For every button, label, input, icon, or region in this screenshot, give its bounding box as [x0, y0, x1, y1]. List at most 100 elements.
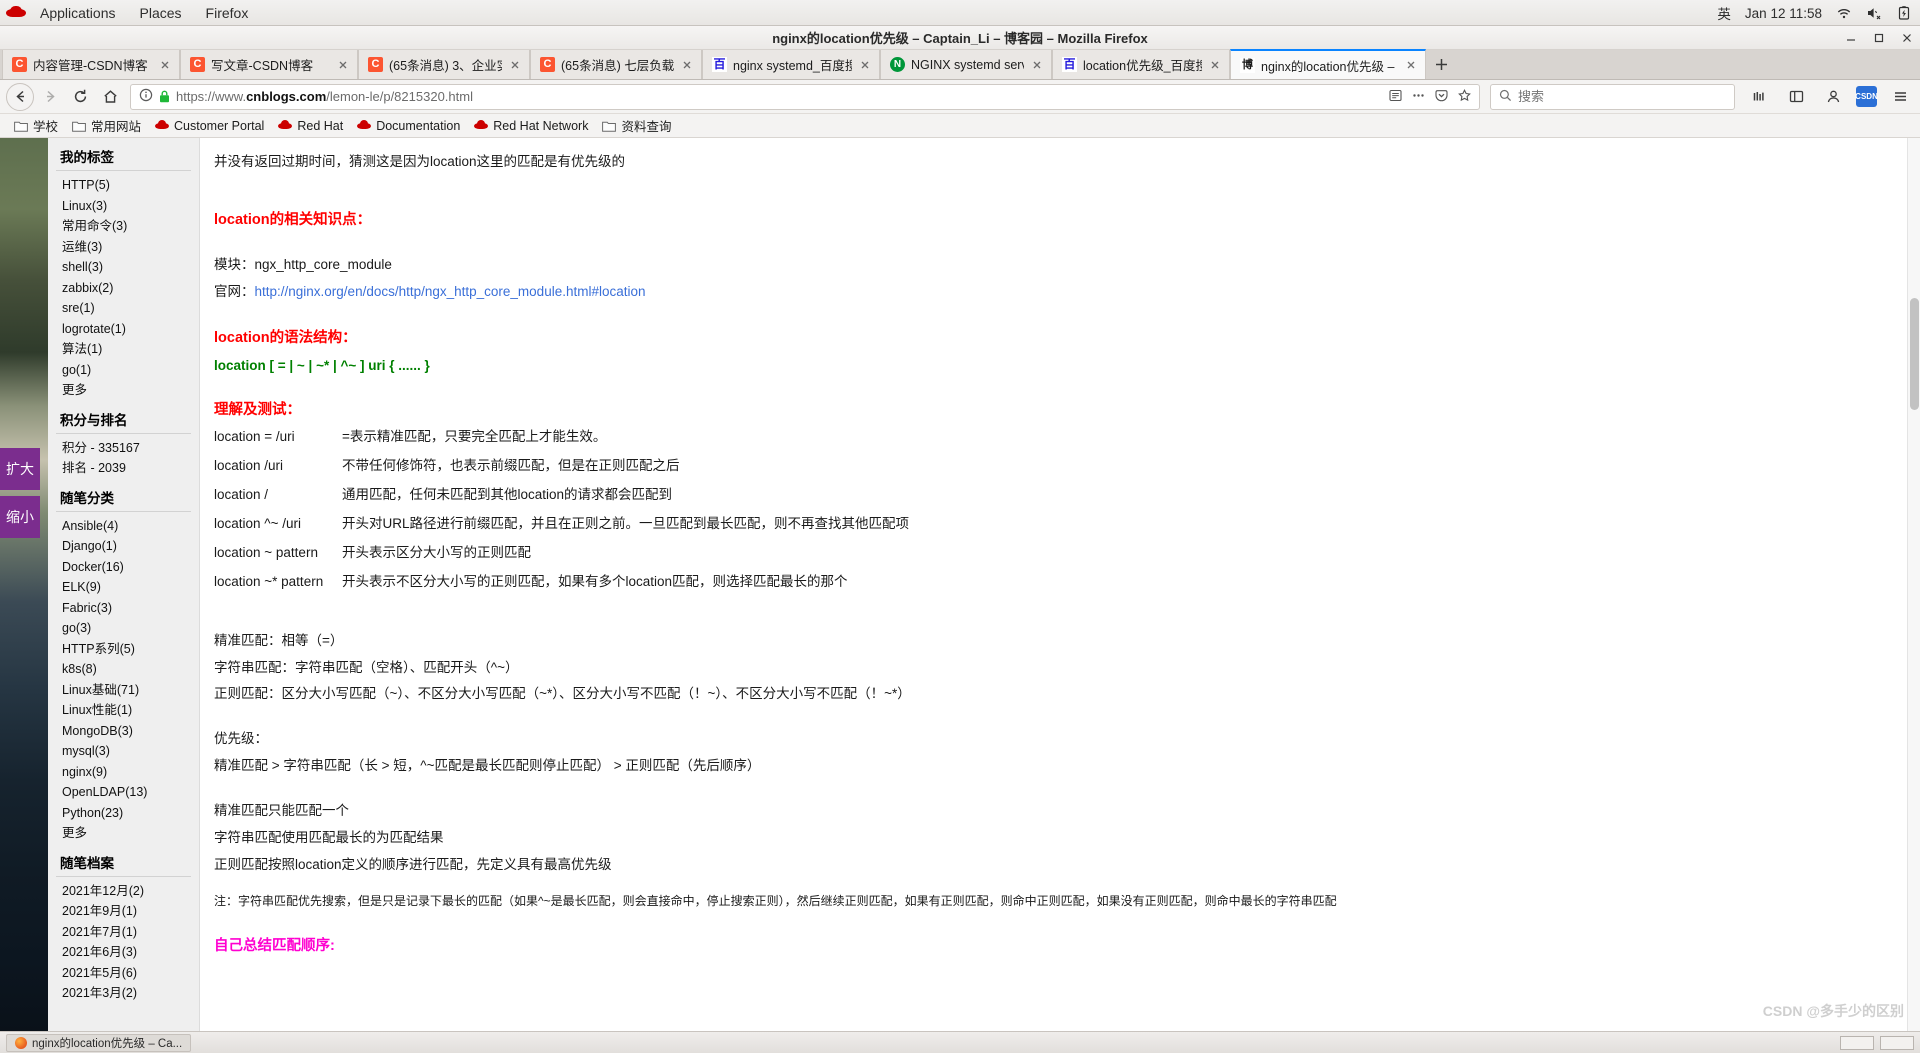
gnome-menu-applications[interactable]: Applications — [28, 3, 128, 23]
bookmark-item-documentation[interactable]: Documentation — [351, 118, 466, 134]
sidebar-item-category[interactable]: Django(1) — [56, 536, 191, 557]
sidebars-icon[interactable] — [1782, 83, 1810, 111]
sidebar-item-category[interactable]: Fabric(3) — [56, 598, 191, 619]
sidebar-item-tag[interactable]: shell(3) — [56, 257, 191, 278]
browser-tab-6[interactable]: N NGINX systemd service f — [880, 50, 1052, 79]
minimize-icon[interactable] — [1844, 31, 1858, 45]
tab-close-icon[interactable] — [680, 58, 694, 72]
sidebar-item-archive[interactable]: 2021年7月(1) — [56, 922, 191, 943]
sidebar-item-category[interactable]: MongoDB(3) — [56, 721, 191, 742]
page-info-icon[interactable] — [139, 88, 153, 105]
workspace-switcher-1[interactable] — [1840, 1035, 1874, 1050]
bookmark-item-school[interactable]: 学校 — [8, 115, 64, 136]
browser-tab-8-active[interactable]: 博 nginx的location优先级 – C — [1230, 49, 1426, 79]
sidebar-item-archive[interactable]: 2021年9月(1) — [56, 901, 191, 922]
workspace-switcher-2[interactable] — [1880, 1035, 1914, 1050]
url-text[interactable]: https://www.cnblogs.com/lemon-le/p/82153… — [176, 89, 473, 104]
gnome-status-area: 英 Jan 12 11:58 — [1717, 0, 1912, 26]
tab-close-icon[interactable] — [1404, 58, 1418, 72]
heading-own-summary: 自己总结匹配顺序: — [214, 937, 335, 954]
scrollbar-thumb[interactable] — [1910, 298, 1919, 410]
browser-tab-7[interactable]: 百 location优先级_百度搜索 — [1052, 50, 1230, 79]
sidebar-item-tag[interactable]: logrotate(1) — [56, 319, 191, 340]
nginx-docs-link[interactable]: http://nginx.org/en/docs/http/ngx_http_c… — [255, 284, 646, 299]
sidebar-item-category[interactable]: Ansible(4) — [56, 516, 191, 537]
sidebar-item-category[interactable]: OpenLDAP(13) — [56, 782, 191, 803]
browser-tab-3[interactable]: C (65条消息) 3、企业实战 — [358, 50, 530, 79]
sidebar-item-category[interactable]: nginx(9) — [56, 762, 191, 783]
bookmark-item-reference[interactable]: 资料查询 — [596, 115, 677, 136]
input-method-indicator[interactable]: 英 — [1717, 3, 1731, 23]
sidebar-item-tag[interactable]: Linux(3) — [56, 196, 191, 217]
csdn-extension-icon[interactable]: CSDN — [1855, 86, 1878, 107]
sidebar-item-archive[interactable]: 2021年6月(3) — [56, 942, 191, 963]
taskbar-window-firefox[interactable]: nginx的location优先级 – Ca... — [6, 1033, 192, 1052]
tab-close-icon[interactable] — [1030, 58, 1044, 72]
wifi-icon[interactable] — [1836, 5, 1852, 21]
sidebar-item-category[interactable]: Python(23) — [56, 803, 191, 824]
tab-close-icon[interactable] — [336, 58, 350, 72]
page-scrollbar[interactable] — [1907, 138, 1920, 1031]
new-tab-button[interactable] — [1426, 50, 1456, 79]
bookmark-item-common-sites[interactable]: 常用网站 — [66, 115, 147, 136]
hamburger-menu-icon[interactable] — [1886, 83, 1914, 111]
sidebar-item-category[interactable]: Linux基础(71) — [56, 680, 191, 701]
reload-icon[interactable] — [66, 83, 94, 111]
tab-close-icon[interactable] — [858, 58, 872, 72]
match-pattern: location ~* pattern — [214, 573, 324, 589]
forward-arrow-icon[interactable] — [36, 83, 64, 111]
browser-tab-4[interactable]: C (65条消息) 七层负载均衡 — [530, 50, 702, 79]
sidebar-item-tag[interactable]: 常用命令(3) — [56, 216, 191, 237]
sidebar-item-archive[interactable]: 2021年5月(6) — [56, 963, 191, 984]
url-bar[interactable]: https://www.cnblogs.com/lemon-le/p/82153… — [130, 83, 1480, 110]
enlarge-button[interactable]: 扩大 — [0, 448, 40, 490]
match-pattern: location ~ pattern — [214, 544, 318, 560]
bookmark-star-icon[interactable] — [1457, 88, 1472, 106]
bookmark-item-red-hat[interactable]: Red Hat — [272, 118, 349, 134]
bookmark-item-red-hat-network[interactable]: Red Hat Network — [468, 118, 594, 134]
shrink-button[interactable]: 缩小 — [0, 496, 40, 538]
padlock-secure-icon[interactable] — [159, 90, 170, 103]
sidebar-item-category[interactable]: Linux性能(1) — [56, 700, 191, 721]
battery-charging-icon[interactable] — [1896, 5, 1912, 21]
sidebar-item-more-tags[interactable]: 更多 — [56, 380, 191, 401]
sidebar-item-category[interactable]: mysql(3) — [56, 741, 191, 762]
pocket-icon[interactable] — [1434, 88, 1449, 106]
tab-close-icon[interactable] — [158, 58, 172, 72]
search-bar[interactable] — [1490, 83, 1735, 110]
sidebar-item-category[interactable]: HTTP系列(5) — [56, 639, 191, 660]
clock[interactable]: Jan 12 11:58 — [1745, 6, 1822, 21]
browser-tab-5[interactable]: 百 nginx systemd_百度搜索 — [702, 50, 880, 79]
page-viewport: 扩大 缩小 我的标签 HTTP(5) Linux(3) 常用命令(3) 运维(3… — [0, 138, 1920, 1031]
sidebar-item-tag[interactable]: 运维(3) — [56, 237, 191, 258]
page-actions-icon[interactable] — [1411, 88, 1426, 106]
maximize-icon[interactable] — [1872, 31, 1886, 45]
sidebar-item-category[interactable]: k8s(8) — [56, 659, 191, 680]
reader-view-icon[interactable] — [1388, 88, 1403, 106]
search-input[interactable] — [1518, 89, 1726, 104]
sidebar-item-tag[interactable]: sre(1) — [56, 298, 191, 319]
browser-tab-1[interactable]: C 内容管理-CSDN博客 — [2, 50, 180, 79]
sidebar-item-category[interactable]: go(3) — [56, 618, 191, 639]
close-icon[interactable] — [1900, 31, 1914, 45]
library-icon[interactable] — [1745, 83, 1773, 111]
sidebar-item-tag[interactable]: 算法(1) — [56, 339, 191, 360]
sidebar-item-tag[interactable]: HTTP(5) — [56, 175, 191, 196]
gnome-menu-places[interactable]: Places — [128, 3, 194, 23]
sidebar-item-archive[interactable]: 2021年3月(2) — [56, 983, 191, 1004]
tab-close-icon[interactable] — [1208, 58, 1222, 72]
sidebar-item-category[interactable]: Docker(16) — [56, 557, 191, 578]
bookmark-item-customer-portal[interactable]: Customer Portal — [149, 118, 270, 134]
sidebar-item-more-categories[interactable]: 更多 — [56, 823, 191, 844]
sidebar-item-archive[interactable]: 2021年12月(2) — [56, 881, 191, 902]
volume-muted-icon[interactable] — [1866, 5, 1882, 21]
back-arrow-icon[interactable] — [6, 82, 34, 111]
sidebar-item-tag[interactable]: go(1) — [56, 360, 191, 381]
tab-close-icon[interactable] — [508, 58, 522, 72]
sidebar-item-tag[interactable]: zabbix(2) — [56, 278, 191, 299]
sidebar-item-category[interactable]: ELK(9) — [56, 577, 191, 598]
browser-tab-2[interactable]: C 写文章-CSDN博客 — [180, 50, 358, 79]
account-icon[interactable] — [1819, 83, 1847, 111]
gnome-menu-firefox[interactable]: Firefox — [194, 3, 261, 23]
home-icon[interactable] — [96, 83, 124, 111]
